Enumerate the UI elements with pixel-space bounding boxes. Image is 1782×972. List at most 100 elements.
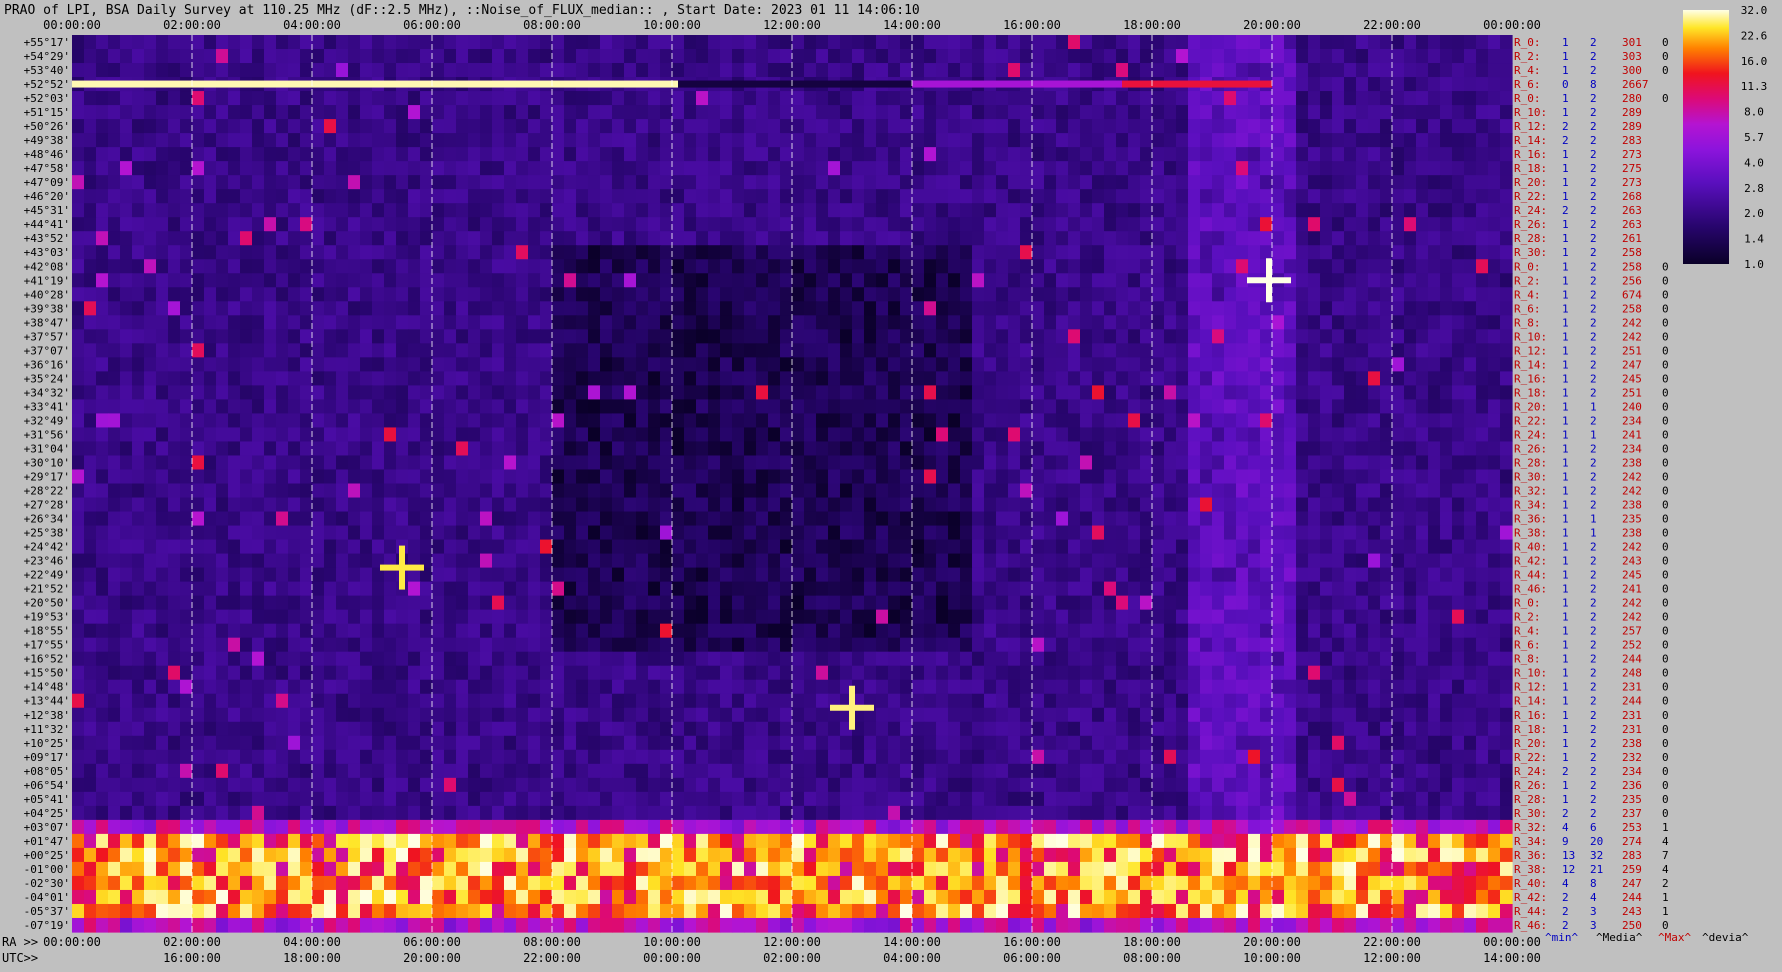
heatmap-cell — [1368, 553, 1381, 569]
heatmap-cell — [1140, 511, 1153, 527]
heatmap-cell — [840, 315, 853, 330]
heatmap-cell — [204, 539, 217, 555]
heatmap-cell — [1200, 539, 1213, 555]
heatmap-cell — [1224, 287, 1237, 302]
heatmap-cell — [924, 273, 937, 288]
heatmap-cell — [1236, 567, 1249, 583]
heatmap-cell — [1236, 35, 1249, 50]
heatmap-cell — [324, 315, 337, 330]
heatmap-cell — [468, 427, 481, 443]
heatmap-cell — [120, 441, 133, 457]
heatmap-cell — [360, 497, 373, 513]
heatmap-cell — [672, 315, 685, 330]
heatmap-cell — [1284, 203, 1297, 218]
heatmap-cell — [216, 301, 229, 316]
heatmap-cell — [1068, 385, 1081, 401]
heatmap-cell — [996, 175, 1009, 190]
heatmap-cell — [1464, 91, 1477, 106]
heatmap-cell — [1464, 147, 1477, 162]
heatmap-cell — [720, 595, 733, 611]
heatmap-cell — [528, 259, 541, 274]
heatmap-cell — [768, 287, 781, 302]
heatmap-cell — [576, 245, 589, 260]
heatmap-cell — [228, 133, 241, 148]
heatmap-cell — [204, 567, 217, 583]
heatmap-cell — [552, 539, 565, 555]
heatmap-cell — [1224, 567, 1237, 583]
heatmap-cell — [276, 329, 289, 344]
heatmap-cell — [1020, 413, 1033, 429]
heatmap-cell — [1428, 525, 1441, 541]
heatmap-cell — [108, 413, 121, 429]
heatmap-cell — [1008, 441, 1021, 457]
heatmap-cell — [756, 287, 769, 302]
heatmap-cell — [1404, 469, 1417, 485]
heatmap-cell — [792, 581, 805, 597]
heatmap-cell — [1140, 175, 1153, 190]
heatmap-cell — [1056, 427, 1069, 443]
heatmap-cell — [204, 245, 217, 260]
heatmap-cell — [1392, 259, 1405, 274]
heatmap-cell — [600, 399, 613, 415]
heatmap-cell — [540, 119, 553, 134]
heatmap-cell — [768, 483, 781, 499]
heatmap-cell — [684, 567, 697, 583]
heatmap-cell — [744, 385, 757, 401]
heatmap-cell — [1044, 91, 1057, 106]
heatmap-cell — [276, 147, 289, 162]
heatmap-cell — [1020, 315, 1033, 330]
heatmap-cell — [420, 161, 433, 176]
heatmap-cell — [1008, 553, 1021, 569]
heatmap-cell — [1164, 469, 1177, 485]
heatmap-cell — [1128, 455, 1141, 471]
heatmap-cell — [1068, 511, 1081, 527]
heatmap-cell — [564, 581, 577, 597]
heatmap-cell — [540, 511, 553, 527]
heatmap-cell — [1440, 245, 1453, 260]
heatmap-cell — [1284, 35, 1297, 50]
heatmap-cell — [1284, 553, 1297, 569]
heatmap-cell — [1188, 133, 1201, 148]
heatmap-cell — [1404, 231, 1417, 246]
heatmap-cell — [1044, 497, 1057, 513]
heatmap-cell — [1320, 133, 1333, 148]
heatmap-cell — [708, 91, 721, 106]
heatmap-cell — [600, 133, 613, 148]
heatmap-cell — [648, 455, 661, 471]
heatmap-cell — [1140, 357, 1153, 372]
heatmap-cell — [228, 231, 241, 246]
heatmap-cell — [576, 175, 589, 190]
heatmap-cell — [1332, 427, 1345, 443]
heatmap-cell — [816, 371, 829, 386]
heatmap-cell — [1116, 343, 1129, 358]
heatmap-cell — [1428, 595, 1441, 611]
heatmap-cell — [1380, 175, 1393, 190]
heatmap-cell — [132, 133, 145, 148]
heatmap-cell — [1080, 315, 1093, 330]
heatmap-cell — [1080, 553, 1093, 569]
heatmap-cell — [756, 609, 769, 625]
heatmap-cell — [756, 217, 769, 232]
heatmap-cell — [288, 217, 301, 232]
heatmap-cell — [348, 609, 361, 625]
heatmap-cell — [744, 161, 757, 176]
heatmap-cell — [1068, 245, 1081, 260]
heatmap-cell — [72, 357, 85, 372]
heatmap-cell — [276, 385, 289, 401]
heatmap-cell — [312, 469, 325, 485]
heatmap-cell — [1128, 35, 1141, 50]
heatmap-cell — [1140, 63, 1153, 78]
heatmap-cell — [900, 259, 913, 274]
heatmap-cell — [72, 161, 85, 176]
heatmap-cell — [1068, 343, 1081, 358]
heatmap-cell — [780, 119, 793, 134]
heatmap-cell — [336, 581, 349, 597]
heatmap-cell — [108, 315, 121, 330]
heatmap-cell — [516, 427, 529, 443]
heatmap-cell — [816, 567, 829, 583]
heatmap-cell — [420, 497, 433, 513]
heatmap-cell — [420, 511, 433, 527]
heatmap-cell — [1416, 343, 1429, 358]
heatmap-cell — [1176, 595, 1189, 611]
heatmap-cell — [528, 301, 541, 316]
